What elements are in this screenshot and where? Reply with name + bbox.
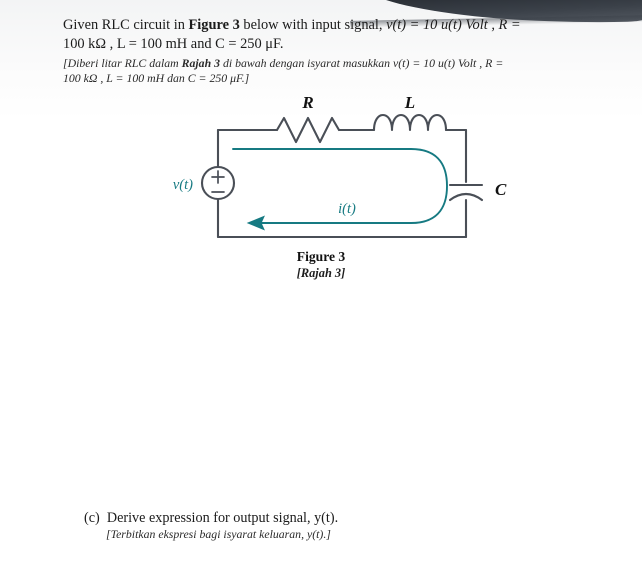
header-en-figure-ref: Figure 3: [188, 17, 240, 33]
question-c-malay: [Terbitkan ekspresi bagi isyarat keluara…: [106, 527, 331, 541]
header-en-part1: Given RLC circuit in: [63, 17, 189, 33]
figure-caption: Figure 3 [Rajah 3]: [0, 248, 642, 281]
figure-caption-sub: [Rajah 3]: [296, 266, 346, 280]
figure-caption-main: Figure 3: [296, 249, 346, 264]
header-english-line2: 100 kΩ , L = 100 mH and C = 250 μF.: [63, 35, 586, 54]
question-c-block: (c) Derive expression for output signal,…: [84, 509, 504, 542]
header-en-part2: below with input signal,: [239, 17, 387, 33]
header-malay-paragraph: [Diberi litar RLC dalam Rajah 3 di bawah…: [63, 56, 586, 71]
question-c-english-text: Derive expression for output signal, y(t…: [106, 510, 339, 526]
header-en-formula: v(t) = 10 u(t) Volt , R =: [386, 17, 521, 33]
header-malay-line2: 100 kΩ , L = 100 mH dan C = 250 μF.]: [63, 71, 586, 86]
header-my-figure-ref: Rajah 3: [181, 56, 220, 70]
inductor-symbol: [372, 113, 448, 132]
question-c-marker: (c): [84, 510, 100, 526]
question-c-english: (c) Derive expression for output signal,…: [84, 509, 504, 527]
label-resistor: R: [301, 96, 313, 112]
resistor-symbol: [275, 116, 341, 144]
source-plus-icon: [211, 170, 225, 184]
header-english-paragraph: Given RLC circuit in Figure 3 below with…: [63, 16, 586, 35]
question-header: Given RLC circuit in Figure 3 below with…: [63, 16, 586, 86]
header-my-part2: di bawah dengan isyarat masukkan: [220, 56, 394, 70]
label-voltage-source: v(t): [173, 177, 193, 193]
header-my-formula: v(t) = 10 u(t) Volt , R =: [393, 56, 504, 70]
label-current: i(t): [338, 201, 356, 217]
header-my-line2-text: 100 kΩ , L = 100 mH dan C = 250 μF.]: [63, 71, 250, 85]
header-my-part1: [Diberi litar RLC dalam: [63, 56, 182, 70]
header-en-line2-text: 100 kΩ , L = 100 mH and C = 250 μF.: [63, 35, 284, 52]
label-capacitor: C: [495, 180, 507, 199]
label-inductor: L: [404, 96, 415, 112]
